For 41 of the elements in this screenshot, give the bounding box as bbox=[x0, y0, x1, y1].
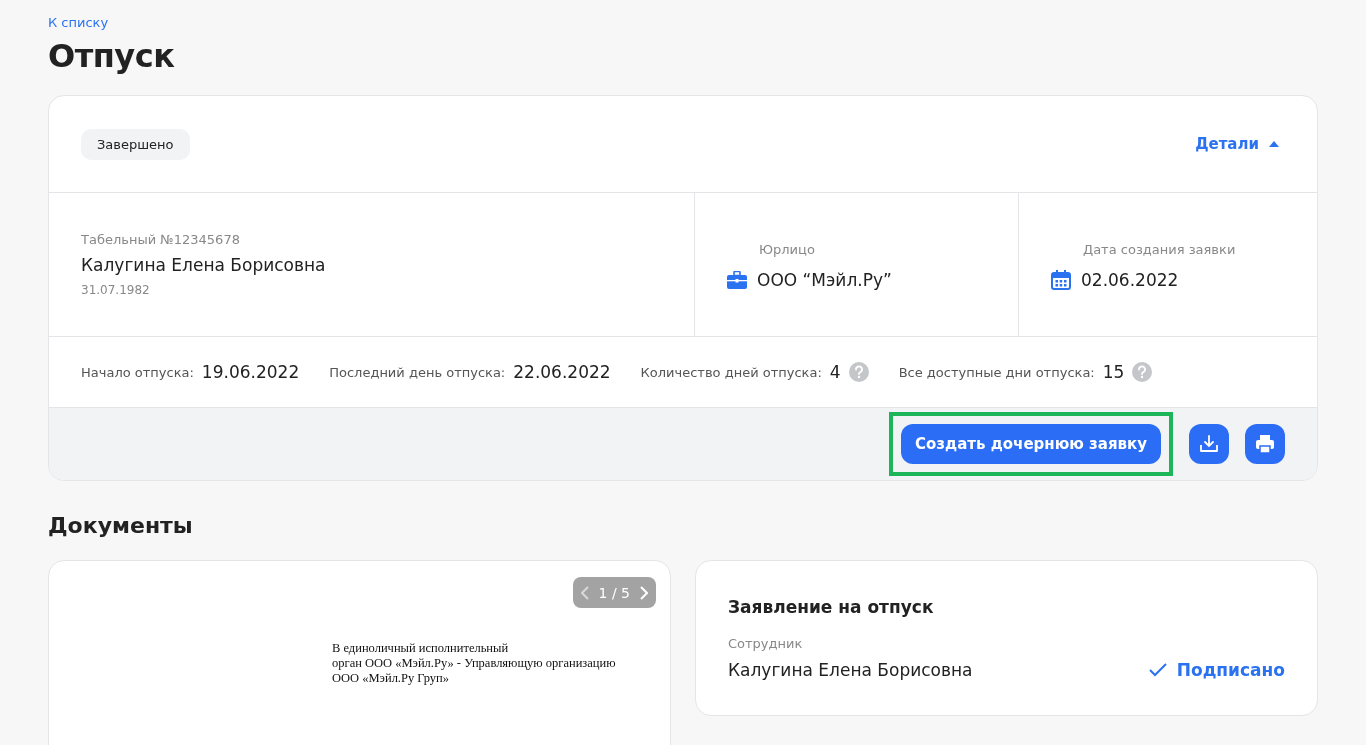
document-text-line: орган ООО «Мэйл.Ру» - Управляющую организацию bbox=[332, 656, 616, 671]
field-value: ООО “Мэйл.Ру” bbox=[757, 270, 892, 290]
fact-label: Последний день отпуска: bbox=[329, 364, 506, 380]
section-title: Документы bbox=[48, 513, 194, 538]
signer-name: Калугина Елена Борисовна bbox=[728, 659, 973, 680]
field-label: Юрлицо bbox=[758, 242, 815, 257]
checkmark-icon bbox=[1148, 662, 1167, 677]
fact-value: 4 bbox=[829, 362, 841, 382]
page-counter: 1 / 5 bbox=[598, 584, 630, 601]
fact-value: 22.06.2022 bbox=[513, 362, 611, 382]
document-title: Заявление на отпуск bbox=[728, 596, 935, 617]
calendar-icon bbox=[1051, 270, 1071, 290]
document-text-line: В единоличный исполнительный bbox=[332, 641, 510, 656]
briefcase-icon bbox=[727, 271, 747, 289]
print-button[interactable] bbox=[1245, 424, 1285, 464]
download-button[interactable] bbox=[1189, 424, 1229, 464]
fact-label: Количество дней отпуска: bbox=[640, 364, 822, 380]
fact-value: 15 bbox=[1102, 362, 1125, 382]
caret-up-icon bbox=[1269, 141, 1279, 147]
fact-value: 19.06.2022 bbox=[201, 362, 300, 382]
help-icon[interactable] bbox=[1132, 362, 1153, 382]
create-child-request-button[interactable]: Создать дочернюю заявку bbox=[901, 424, 1161, 464]
fact-label: Начало отпуска: bbox=[81, 364, 194, 380]
field-label: Дата создания заявки bbox=[1082, 242, 1236, 257]
document-text-line: ООО «Мэйл.Ру Груп» bbox=[332, 671, 451, 686]
birth-date: 31.07.1982 bbox=[81, 283, 151, 297]
back-link[interactable]: К списку bbox=[48, 15, 109, 30]
fact-label: Все доступные дни отпуска: bbox=[898, 364, 1095, 380]
status-badge: Завершено bbox=[81, 128, 190, 160]
chevron-left-icon[interactable] bbox=[580, 585, 589, 600]
employee-number: Табельный №12345678 bbox=[81, 232, 241, 247]
page-title: Отпуск bbox=[48, 37, 176, 75]
chevron-right-icon[interactable] bbox=[640, 585, 648, 600]
details-toggle[interactable]: Детали bbox=[1189, 135, 1285, 153]
signature-status: Подписано bbox=[1148, 659, 1285, 680]
signer-role: Сотрудник bbox=[728, 635, 803, 651]
employee-name: Калугина Елена Борисовна bbox=[81, 255, 327, 275]
help-icon[interactable] bbox=[848, 362, 869, 382]
field-value: 02.06.2022 bbox=[1081, 270, 1179, 290]
download-icon bbox=[1199, 434, 1219, 454]
printer-icon bbox=[1255, 434, 1275, 454]
